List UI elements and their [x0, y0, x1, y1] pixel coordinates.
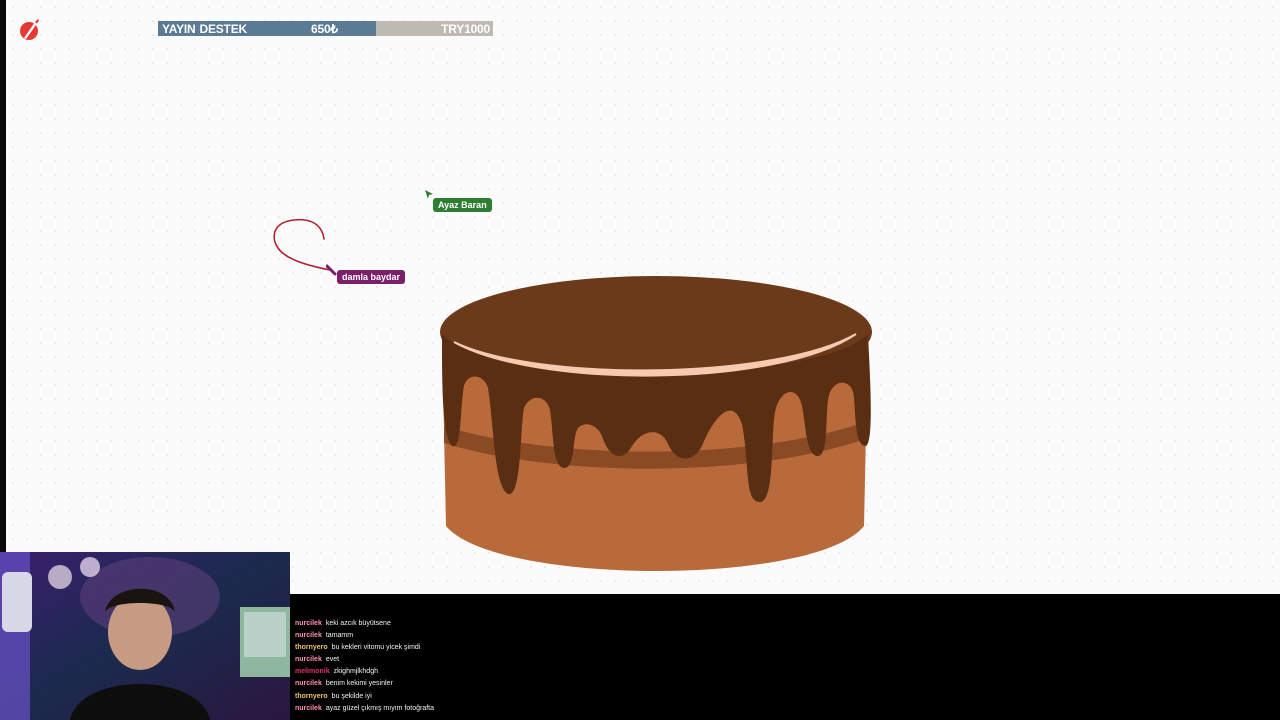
chat-message: thornyero bu kekleri vitomu yicek şimdi [295, 642, 434, 654]
chat-text: tamamm [325, 632, 354, 640]
chat-text: keki azcık büyütsene [325, 620, 391, 627]
chat-message: nurcilek benim kekimi yesinler [295, 678, 434, 690]
chat-text: bu kekleri vitomu yicek şimdi [331, 644, 421, 652]
chat-text: ayaz güzel çıkmış mıyım fotoğrafta [325, 704, 435, 712]
chat-panel: nurcilek keki azcık büyütsene nurcilek tama… [290, 594, 1280, 720]
cursor-label-ayaz: Ayaz Baran [433, 198, 492, 212]
chat-username[interactable]: melimonik [295, 668, 330, 675]
chat-message: melimonik zkighmjlkhdgh [295, 666, 434, 678]
chat-text: zkighmjlkhdgh [333, 668, 378, 676]
chat-username[interactable]: thornyero [295, 693, 328, 700]
donation-goal-bar: YAYIN DESTEK 650₺ TRY1000 [158, 21, 493, 36]
pen-logo-icon [20, 19, 39, 40]
chat-username[interactable]: nurcilek [295, 620, 322, 627]
chat-message: nurcilek ayaz güzel çıkmış mıyım fotoğraf… [295, 703, 434, 715]
chat-text: evet [325, 656, 340, 664]
donation-goal: TRY1000 [441, 21, 490, 36]
donation-amount: 650₺ [311, 21, 338, 36]
chat-message-list: nurcilek keki azcık büyütsene nurcilek tama… [295, 618, 434, 715]
chat-username[interactable]: nurcilek [295, 656, 322, 663]
donation-label-yayin: YAYIN [162, 21, 196, 36]
chat-message: thornyero bu şekilde iyi [295, 691, 434, 703]
cake-drawing[interactable] [436, 276, 876, 578]
chat-message: nurcilek keki azcık büyütsene [295, 618, 434, 630]
chat-username[interactable]: nurcilek [295, 705, 322, 712]
chat-username[interactable]: thornyero [295, 644, 328, 651]
chat-username[interactable]: nurcilek [295, 680, 322, 687]
chat-message: nurcilek tamamm [295, 630, 434, 642]
donation-label-destek: DESTEK [199, 21, 247, 36]
chat-message: nurcilek evet [295, 654, 434, 666]
cursor-label-damla: damla baydar [337, 270, 406, 284]
chat-text: bu şekilde iyi [331, 692, 372, 700]
chat-username[interactable]: nurcilek [295, 632, 322, 639]
webcam-feed [0, 552, 290, 720]
chat-text: benim kekimi yesinler [325, 680, 393, 688]
